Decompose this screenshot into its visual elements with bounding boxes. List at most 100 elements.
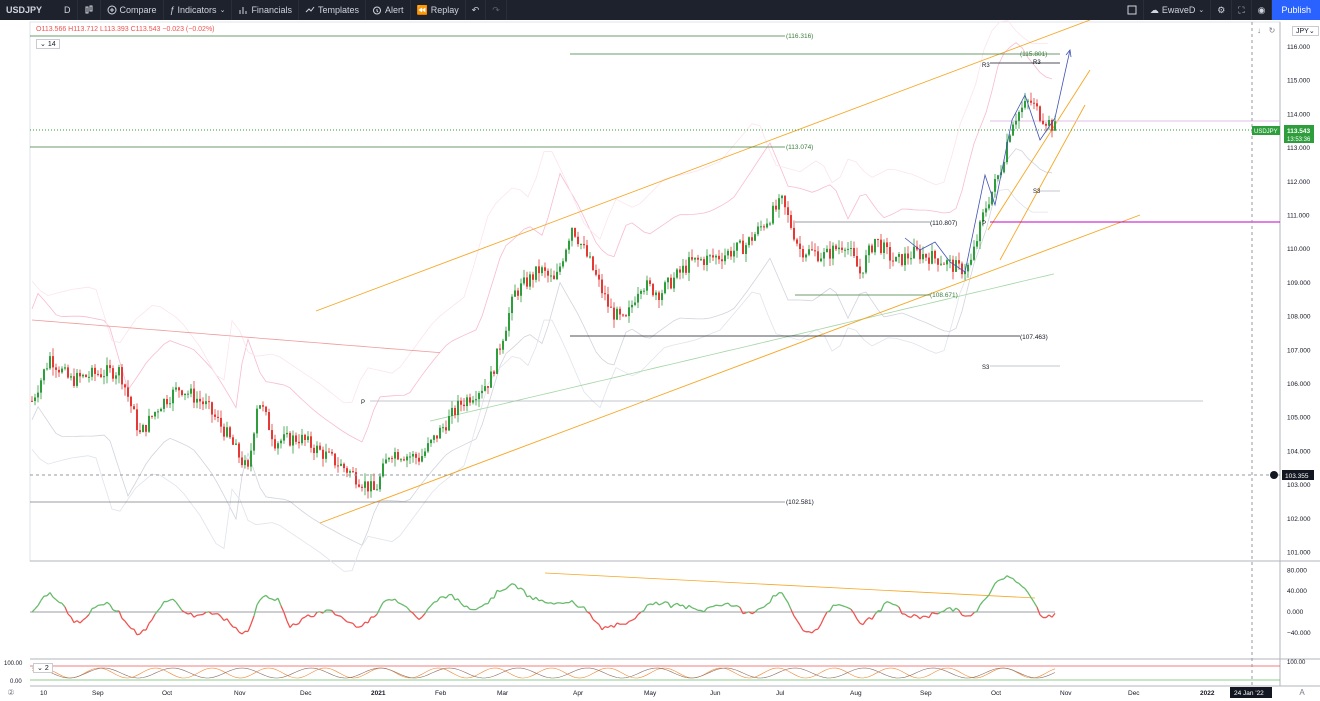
osc-segment xyxy=(736,605,741,608)
osc-segment xyxy=(685,604,690,610)
indicator-collapse-button[interactable]: ⌄ 14 xyxy=(36,39,60,49)
osc-segment xyxy=(103,601,108,606)
time-axis[interactable]: 10 Sep Oct Nov Dec 2021 Feb Mar Apr May Jun Jul Aug S… xyxy=(40,690,1215,697)
candle-body xyxy=(622,314,624,316)
fullscreen-button[interactable]: ⛶ xyxy=(1232,0,1252,20)
osc-segment xyxy=(652,601,657,606)
candle-body xyxy=(652,283,654,296)
osc-segment xyxy=(760,606,765,609)
oscillator-axis[interactable]: 80.000 40.000 0.000 −40.000 xyxy=(1287,567,1311,636)
candle-body xyxy=(943,263,945,265)
osc-segment xyxy=(1024,588,1029,594)
chart-type-button[interactable] xyxy=(78,0,101,20)
candle-body xyxy=(985,208,987,213)
candle-body xyxy=(667,277,669,283)
candle-body xyxy=(814,250,816,252)
candle-body xyxy=(292,435,294,446)
candle-body xyxy=(469,397,471,403)
candle-body xyxy=(802,248,804,258)
osc-segment xyxy=(502,588,507,591)
osc-segment xyxy=(595,621,600,625)
interval-button[interactable]: D xyxy=(58,0,78,20)
candle-body xyxy=(508,313,510,331)
timezone-icon[interactable]: ② xyxy=(6,688,16,698)
currency-selector[interactable]: JPY⌄ xyxy=(1292,26,1319,36)
candle-body xyxy=(145,424,147,432)
crosshair-add-icon[interactable] xyxy=(1270,471,1278,479)
osc-segment xyxy=(127,624,132,629)
candle-body xyxy=(967,264,969,272)
settings-button[interactable]: ⚙ xyxy=(1211,0,1233,20)
camera-icon: ◉ xyxy=(1257,4,1266,15)
osc-segment xyxy=(856,618,861,624)
price-tick: 106.000 xyxy=(1287,381,1311,388)
time-label: Dec xyxy=(1128,690,1140,697)
candle-body xyxy=(334,453,336,466)
undo-button[interactable]: ↶ xyxy=(466,0,487,20)
candle-body xyxy=(586,245,588,257)
layout-toggle-button[interactable] xyxy=(1121,0,1144,20)
osc-segment xyxy=(289,623,294,629)
candle-body xyxy=(979,221,981,242)
osc-segment xyxy=(361,621,366,627)
redo-button[interactable]: ↷ xyxy=(486,0,507,20)
candle-body xyxy=(721,259,723,262)
osc-segment xyxy=(70,616,75,623)
indicators-button[interactable]: ƒ Indicators ⌄ xyxy=(164,0,233,20)
osc-segment xyxy=(346,621,351,624)
candle-body xyxy=(340,463,342,466)
candle-body xyxy=(937,258,939,265)
osc-segment xyxy=(553,602,558,605)
candle-body xyxy=(58,369,60,373)
candle-body xyxy=(877,238,879,240)
refresh-icon[interactable]: ↻ xyxy=(1267,26,1277,36)
templates-button[interactable]: Templates xyxy=(299,0,366,20)
symbol-search-button[interactable]: USDJPY xyxy=(0,5,58,15)
crosshair-date-value: 24 Jan '22 xyxy=(1234,690,1264,697)
osc-segment xyxy=(1003,575,1008,580)
compare-button[interactable]: Compare xyxy=(101,0,164,20)
candle-body xyxy=(889,247,891,261)
osc-segment xyxy=(691,607,696,610)
band-line xyxy=(429,273,1055,422)
candle-body xyxy=(544,267,546,271)
snapshot-button[interactable]: ◉ xyxy=(1252,0,1273,20)
candle-body xyxy=(49,356,51,369)
chart-canvas[interactable]: 116.000 115.000 114.000 113.000 112.000 111.0… xyxy=(0,20,1320,701)
osc-segment xyxy=(997,578,1002,582)
replay-button[interactable]: ⏪ Replay xyxy=(411,0,466,20)
layout-name-button[interactable]: ☁ EwaveD ⌄ xyxy=(1144,0,1212,20)
auto-scale-icon[interactable]: A xyxy=(1297,688,1307,698)
candle-body xyxy=(67,367,69,378)
osc-segment xyxy=(892,603,897,606)
osc-segment xyxy=(517,587,522,590)
osc-segment xyxy=(961,614,966,617)
time-label: Nov xyxy=(1060,690,1072,697)
ohlc-values: O113.566 H113.712 L113.393 C113.543 −0.0… xyxy=(36,26,215,33)
candle-body xyxy=(583,243,585,246)
osc-segment xyxy=(637,611,642,616)
osc-segment xyxy=(820,617,825,625)
osc-segment xyxy=(400,603,405,607)
candle-body xyxy=(709,255,711,257)
osc-segment xyxy=(523,590,528,598)
candle-body xyxy=(238,443,240,458)
financials-button[interactable]: Financials xyxy=(232,0,299,20)
osc-segment xyxy=(499,589,504,593)
osc-segment xyxy=(1039,614,1044,619)
candle-body xyxy=(733,250,735,257)
candle-body xyxy=(136,409,138,431)
osc-segment xyxy=(919,615,924,620)
osc-segment xyxy=(79,619,84,624)
scroll-down-icon[interactable]: ↓ xyxy=(1254,26,1264,36)
candle-body xyxy=(556,271,558,280)
candle-body xyxy=(31,400,33,402)
chart-area[interactable]: 116.000 115.000 114.000 113.000 112.000 111.0… xyxy=(0,20,1320,701)
lower-indicator-collapse-button[interactable]: ⌄ 2 xyxy=(33,663,53,673)
alert-button[interactable]: Alert xyxy=(366,0,411,20)
osc-segment xyxy=(529,595,534,601)
publish-button[interactable]: Publish xyxy=(1272,0,1320,20)
osc-segment xyxy=(37,600,42,606)
candle-body xyxy=(970,259,972,265)
candle-body xyxy=(70,376,72,378)
